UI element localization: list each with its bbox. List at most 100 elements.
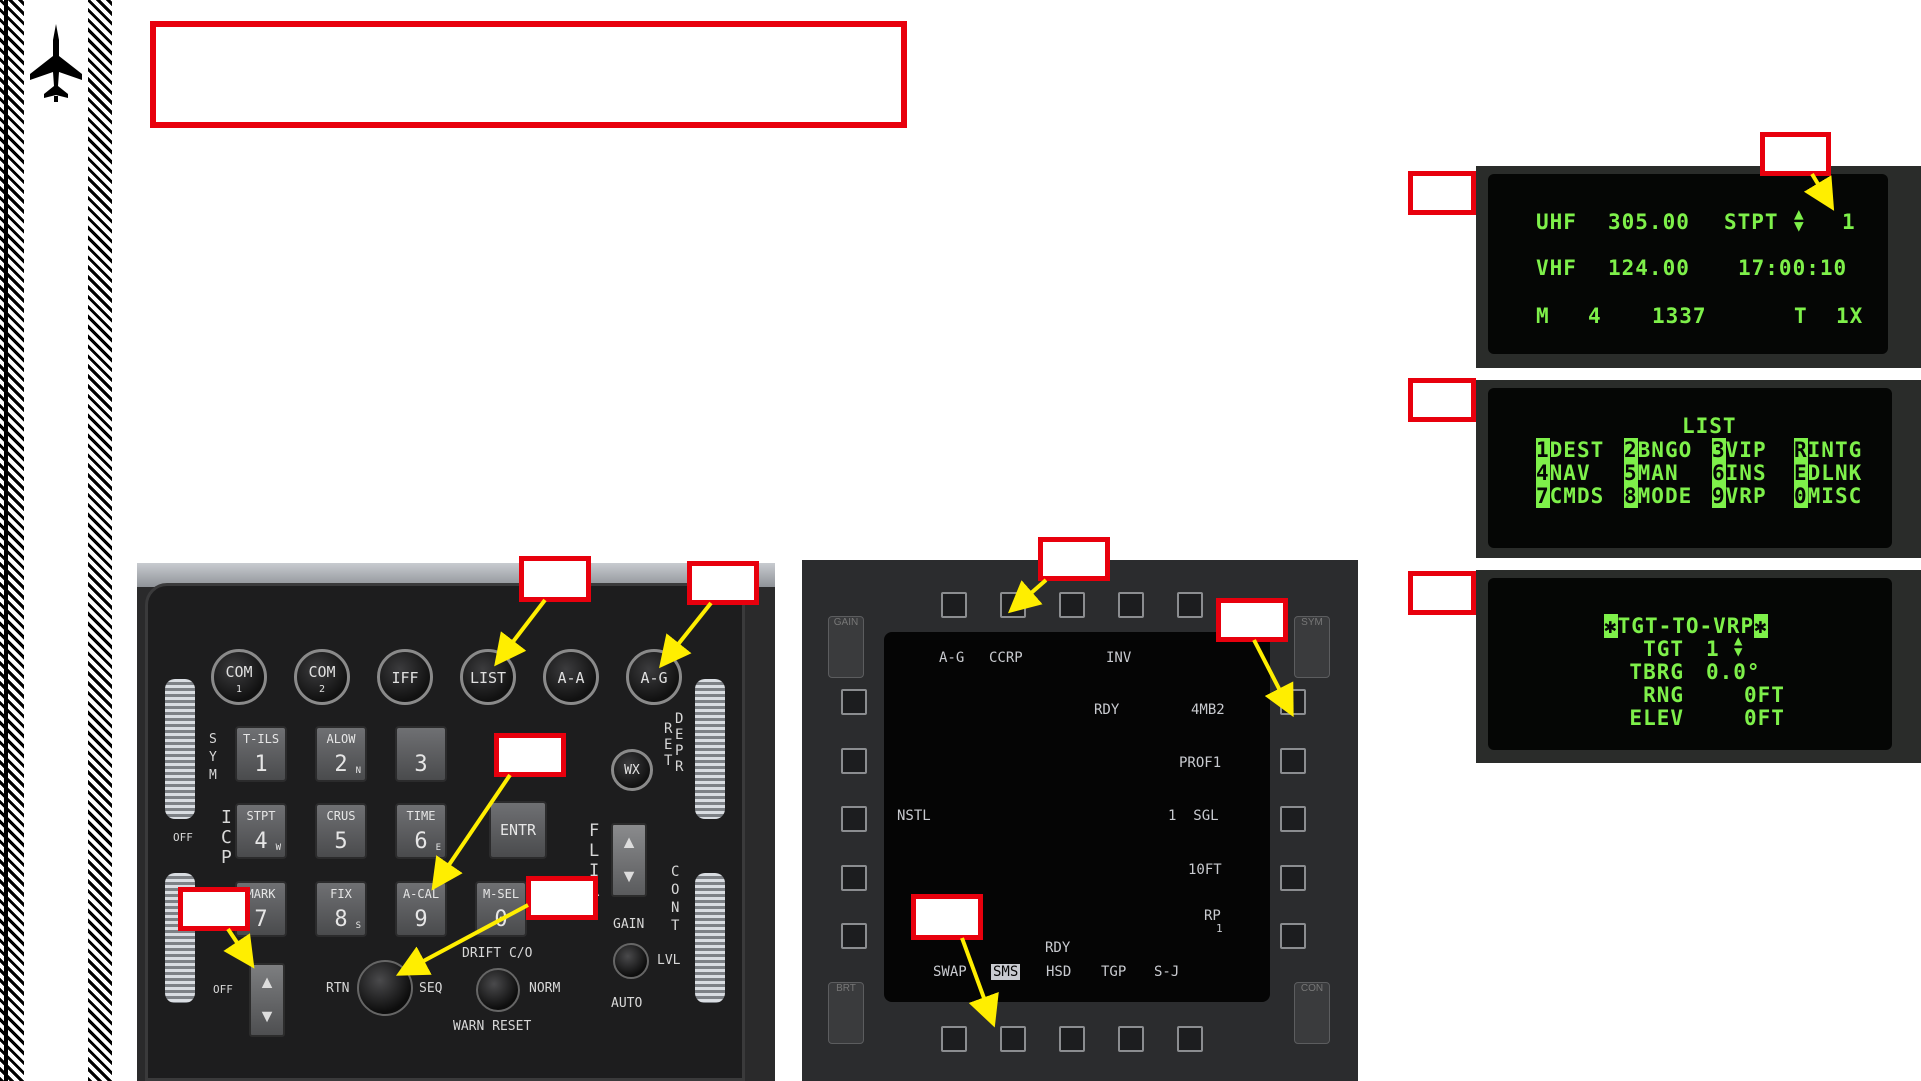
key-6[interactable]: TIME 6 E (395, 803, 447, 859)
osb-18[interactable] (841, 806, 867, 832)
drift-co-switch[interactable] (476, 968, 520, 1012)
osb-13[interactable] (1059, 1026, 1085, 1052)
key-5[interactable]: CRUS 5 (315, 803, 367, 859)
ded-list-grid: 1DEST 2BNGO 3VIP RINTG 4NAV 5MAN 6INS EDLNK 7CMD… (1536, 438, 1896, 528)
mfd-label-4mb2: 4MB2 (1191, 702, 1225, 718)
osb-20[interactable] (841, 689, 867, 715)
off-label-1: OFF (173, 831, 193, 844)
ded-stpt-number: 1 (1842, 210, 1856, 234)
ded-list-key: 5 (1624, 461, 1638, 485)
seq-label: SEQ (419, 981, 443, 996)
lvl-label: LVL (657, 953, 681, 968)
key-1[interactable]: T-ILS 1 (235, 726, 287, 782)
cont-wheel[interactable] (695, 873, 725, 1003)
osb-9[interactable] (1280, 865, 1306, 891)
mfd-label-s-j: S-J (1154, 964, 1180, 980)
con-rocker[interactable]: CON (1294, 982, 1330, 1044)
ded-rng-label: RNG (1643, 683, 1684, 707)
ded-list-item-vip: 3VIP (1712, 438, 1767, 462)
ded-list-value: VRP (1725, 484, 1767, 508)
com1-button[interactable]: COM 1 (211, 649, 267, 705)
ded-list-key: 8 (1624, 484, 1638, 508)
list-button[interactable]: LIST (460, 649, 516, 705)
norm-label: NORM (529, 981, 561, 996)
osb-16[interactable] (841, 923, 867, 949)
warn-reset-label: WARN RESET (453, 1019, 532, 1034)
osb-17[interactable] (841, 865, 867, 891)
osb-14[interactable] (1000, 1026, 1026, 1052)
osb-3[interactable] (1059, 592, 1085, 618)
mfd-label-ccrp: CCRP (989, 650, 1023, 666)
mfd-label-nstl: NSTL (897, 808, 931, 824)
ded-tacan-t: T (1794, 304, 1808, 328)
osb-4[interactable] (1118, 592, 1144, 618)
osb-1[interactable] (941, 592, 967, 618)
callout-list-button (519, 556, 591, 602)
a-g-button[interactable]: A-G (626, 649, 682, 705)
ded-list-item-dest: 1DEST (1536, 438, 1604, 462)
osb-2[interactable] (1000, 592, 1026, 618)
com2-button[interactable]: COM 2 (294, 649, 350, 705)
mfd-label-sms: SMS (991, 964, 1021, 980)
key-2[interactable]: ALOW 2 N (315, 726, 367, 782)
key-3[interactable]: 3 (395, 726, 447, 782)
ded-code: 1337 (1652, 304, 1707, 328)
flir-rocker[interactable]: ▲ ▼ (611, 823, 647, 897)
callout-rtn-seq (526, 876, 598, 920)
ded-mode-m: M (1536, 304, 1550, 328)
ded-vhf-freq: 124.00 (1608, 256, 1690, 280)
sym-rocker[interactable]: SYM (1294, 616, 1330, 678)
ded-panel-main: UHF 305.00 STPT ▲ ▼ 1 VHF 124.00 17:00:10… (1476, 166, 1921, 368)
ded-list-key: 3 (1712, 438, 1726, 462)
ded-list-item-intg: RINTG (1794, 438, 1862, 462)
osb-15[interactable] (941, 1026, 967, 1052)
depr-label: D E P R (675, 711, 684, 775)
callout-a-cal-key (494, 733, 566, 777)
rtn-seq-switch[interactable] (357, 960, 413, 1016)
title-box (150, 21, 907, 128)
sym-wheel[interactable] (165, 679, 195, 819)
ded-tacan-channel: 1X (1836, 304, 1864, 328)
drift-co-label: DRIFT C/O (462, 946, 533, 961)
key-0[interactable]: M-SEL 0 (475, 881, 527, 937)
osb-10[interactable] (1280, 923, 1306, 949)
ded-list-value: INTG (1807, 438, 1863, 462)
osb-5[interactable] (1177, 592, 1203, 618)
osb-6[interactable] (1280, 689, 1306, 715)
mfd-label-rdy-bottom: RDY (1045, 940, 1071, 956)
brt-rocker[interactable]: BRT (828, 982, 864, 1044)
callout-ded-list (1408, 378, 1476, 422)
key-4[interactable]: STPT 4 W (235, 803, 287, 859)
key-9[interactable]: A-CAL 9 (395, 881, 447, 937)
mfd-label-inv: INV (1106, 650, 1132, 666)
mfd-label-swap: SWAP (933, 964, 967, 980)
ded-list-key: 2 (1624, 438, 1638, 462)
ded-list-item-dlnk: EDLNK (1794, 461, 1862, 485)
ded-list-value: INS (1725, 461, 1767, 485)
osb-7[interactable] (1280, 748, 1306, 774)
wx-button[interactable]: WX (611, 749, 653, 791)
gain-rocker[interactable]: GAIN (828, 616, 864, 678)
osb-8[interactable] (1280, 806, 1306, 832)
ded-list-key: 6 (1712, 461, 1726, 485)
osb-12[interactable] (1118, 1026, 1144, 1052)
ded-list-key: 9 (1712, 484, 1726, 508)
ded-stpt-arrows-icon: ▲ ▼ (1794, 204, 1805, 235)
osb-19[interactable] (841, 748, 867, 774)
osb-11[interactable] (1177, 1026, 1203, 1052)
ded-vhf: VHF (1536, 256, 1577, 280)
entr-button[interactable]: ENTR (489, 801, 547, 859)
callout-ded-tgt (1408, 571, 1476, 615)
gain-toggle[interactable] (613, 943, 649, 979)
dobber-rocker[interactable]: ▲ ▼ (249, 963, 285, 1037)
key-8[interactable]: FIX 8 S (315, 881, 367, 937)
a-a-button[interactable]: A-A (543, 649, 599, 705)
ded-elev-value: 0FT (1744, 706, 1785, 730)
iff-button[interactable]: IFF (377, 649, 433, 705)
ded-list-key: 4 (1536, 461, 1550, 485)
ded-list-value: BNGO (1637, 438, 1693, 462)
ded-list-item-mode: 8MODE (1624, 484, 1692, 508)
ded-list-item-man: 5MAN (1624, 461, 1679, 485)
ret-depr-wheel[interactable] (695, 679, 725, 819)
ded-list-item-bngo: 2BNGO (1624, 438, 1692, 462)
